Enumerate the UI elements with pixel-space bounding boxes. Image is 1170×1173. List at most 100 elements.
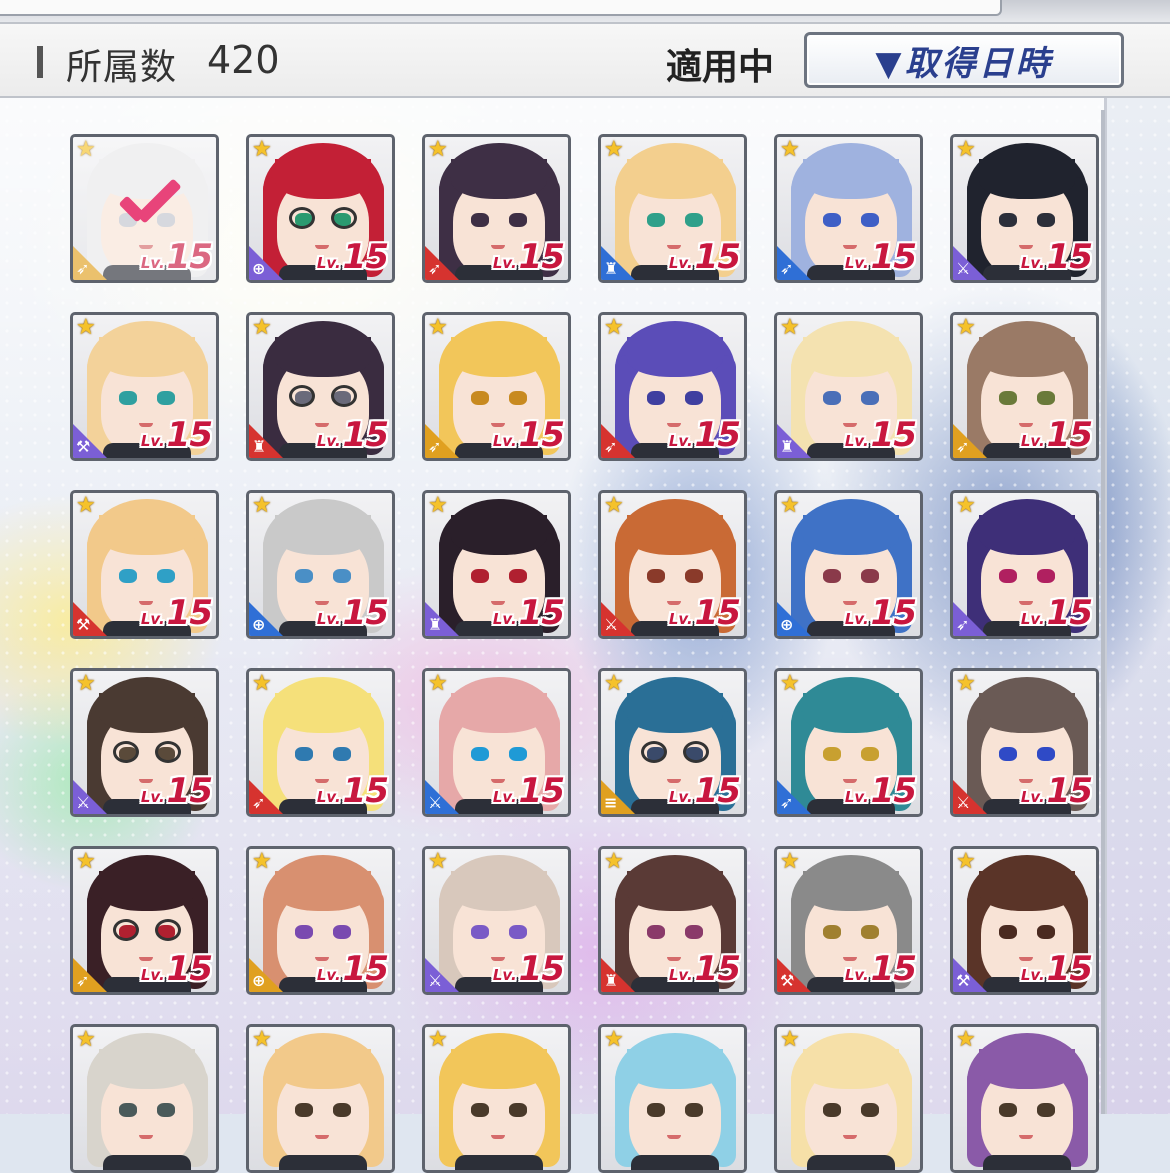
scrollbar[interactable] (1101, 110, 1105, 1114)
level-badge: Lv.15 (140, 771, 213, 811)
level-prefix: Lv. (140, 788, 165, 806)
character-card[interactable]: ★ (246, 1024, 395, 1173)
level-prefix: Lv. (1020, 788, 1045, 806)
character-card[interactable]: ★ ♜ Lv.15 (774, 312, 923, 461)
character-bangs (451, 159, 547, 199)
character-card[interactable]: ★ ⊕ Lv.15 (246, 846, 395, 995)
member-count-value: 420 (207, 38, 280, 82)
character-card[interactable]: ★ ⚔ Lv.15 (422, 846, 571, 995)
character-eye-left (999, 1103, 1017, 1117)
icon-rifle: ➶ (956, 615, 970, 634)
character-card[interactable]: ★ (422, 1024, 571, 1173)
rarity-star-icon: ★ (428, 137, 448, 162)
character-bangs (979, 159, 1075, 199)
character-eye-right (509, 569, 527, 583)
character-card[interactable]: ★ ⊕ Lv.15 (246, 490, 395, 639)
uniform-collar (807, 1155, 895, 1170)
character-card[interactable]: ★ ⚒ Lv.15 (950, 846, 1099, 995)
character-eye-right (509, 747, 527, 761)
rarity-star-icon: ★ (780, 137, 800, 162)
level-prefix: Lv. (844, 788, 869, 806)
character-card[interactable]: ★ (70, 1024, 219, 1173)
character-eye-right (157, 391, 175, 405)
rarity-star-icon: ★ (780, 315, 800, 340)
character-bangs (451, 693, 547, 733)
character-card[interactable]: ★ ➶ Lv.15 (422, 134, 571, 283)
character-bangs (627, 1049, 723, 1089)
icon-scope: ⊕ (252, 971, 266, 990)
level-badge: Lv.15 (669, 415, 741, 455)
character-card[interactable]: ★ ⚔ Lv.15 (950, 134, 1099, 283)
level-value: 15 (166, 771, 213, 811)
character-card[interactable]: ★ ⚔ Lv.15 (422, 668, 571, 817)
level-badge: Lv.15 (669, 949, 741, 989)
level-badge: Lv.15 (1021, 237, 1093, 277)
icon-rifle: ➶ (956, 437, 970, 456)
top-strip (0, 0, 1170, 22)
character-card[interactable]: ★ ♜ Lv.15 (598, 846, 747, 995)
rarity-star-icon: ★ (604, 315, 624, 340)
character-card[interactable]: ★ ⚔ Lv.15 (950, 668, 1099, 817)
sort-order-button[interactable]: ▼取得日時 (804, 32, 1124, 88)
level-value: 15 (166, 415, 213, 455)
character-eye-left (119, 391, 137, 405)
character-card[interactable]: ★ ➶ Lv.15 (598, 312, 747, 461)
character-card[interactable]: ★ ➶ Lv.15 (246, 668, 395, 817)
rarity-star-icon: ★ (428, 1027, 448, 1052)
rarity-star-icon: ★ (780, 671, 800, 696)
level-value: 15 (1046, 949, 1093, 989)
level-value: 15 (694, 771, 741, 811)
character-eye-left (295, 1103, 313, 1117)
character-eye-left (647, 1103, 665, 1117)
character-card[interactable]: ★ ⚔ Lv.15 (598, 490, 747, 639)
character-eye-right (861, 213, 879, 227)
character-card[interactable]: ★ ♜ Lv.15 (246, 312, 395, 461)
character-bangs (979, 515, 1075, 555)
character-card[interactable]: ★ (598, 1024, 747, 1173)
character-eye-left (999, 569, 1017, 583)
character-card[interactable]: ★ ⚒ Lv.15 (70, 490, 219, 639)
character-card[interactable]: ★ ➶ Lv.15 (70, 134, 219, 283)
character-card[interactable]: ★ ➶ Lv.15 (70, 846, 219, 995)
rarity-star-icon: ★ (76, 315, 96, 340)
character-card[interactable]: ★ ⚒ Lv.15 (70, 312, 219, 461)
rarity-star-icon: ★ (956, 137, 976, 162)
character-card[interactable]: ★ ➶ Lv.15 (422, 312, 571, 461)
character-eye-left (647, 213, 665, 227)
icon-blade: ⚔ (76, 793, 91, 812)
character-card[interactable]: ★ ♜ Lv.15 (598, 134, 747, 283)
character-card[interactable]: ★ (774, 1024, 923, 1173)
character-card[interactable]: ★ ⊕ Lv.15 (246, 134, 395, 283)
character-card[interactable]: ★ ➶ Lv.15 (774, 668, 923, 817)
rarity-star-icon: ★ (76, 849, 96, 874)
character-eye-right (1037, 391, 1055, 405)
character-card[interactable]: ★ ⚒ Lv.15 (774, 846, 923, 995)
level-badge: Lv.15 (141, 949, 213, 989)
icon-blade: ⚔ (428, 793, 443, 812)
rarity-star-icon: ★ (428, 315, 448, 340)
character-card[interactable]: ★ ➶ Lv.15 (950, 312, 1099, 461)
character-card[interactable]: ★ ⚔ Lv.15 (70, 668, 219, 817)
level-badge: Lv.15 (1021, 949, 1093, 989)
level-prefix: Lv. (492, 610, 517, 628)
level-badge: Lv.15 (317, 415, 389, 455)
character-card[interactable]: ★ ⊕ Lv.15 (774, 490, 923, 639)
character-bangs (803, 871, 899, 911)
uniform-collar (983, 1155, 1071, 1170)
character-card[interactable]: ★ ➶ Lv.15 (774, 134, 923, 283)
character-bangs (451, 515, 547, 555)
character-card[interactable]: ★ ≡ Lv.15 (598, 668, 747, 817)
icon-scope: ⊕ (252, 615, 266, 634)
level-prefix: Lv. (668, 254, 693, 272)
icon-blade: ⚔ (956, 793, 971, 812)
glasses (113, 919, 181, 943)
level-prefix: Lv. (844, 254, 869, 272)
character-card[interactable]: ★ (950, 1024, 1099, 1173)
rarity-star-icon: ★ (956, 493, 976, 518)
level-value: 15 (694, 415, 741, 455)
level-prefix: Lv. (1020, 610, 1045, 628)
icon-rifle: ➶ (252, 793, 266, 812)
character-card[interactable]: ★ ♜ Lv.15 (422, 490, 571, 639)
character-bangs (803, 159, 899, 199)
character-card[interactable]: ★ ➶ Lv.15 (950, 490, 1099, 639)
